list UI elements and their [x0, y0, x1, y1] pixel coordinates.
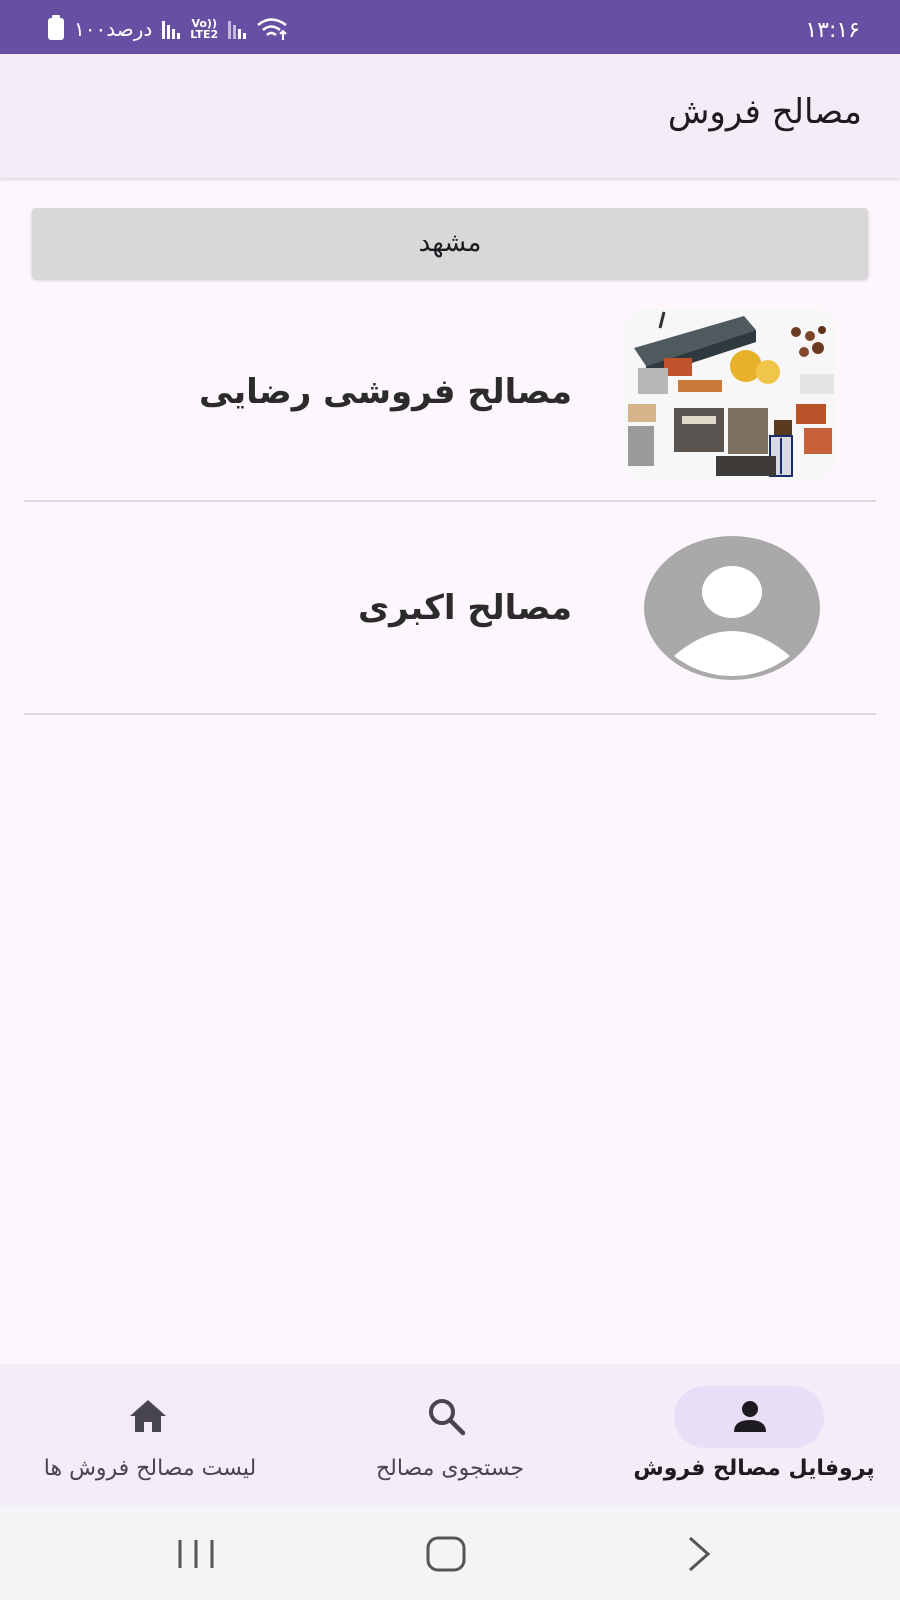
signal-icon-2 — [228, 19, 247, 39]
nav-label: پروفایل مصالح فروش — [633, 1456, 875, 1481]
app-bar: مصالح فروش — [0, 54, 900, 178]
nav-item-seller-profile[interactable]: پروفایل مصالح فروش — [600, 1364, 900, 1506]
city-select-button[interactable]: مشهد — [32, 208, 868, 278]
nav-label: لیست مصالح فروش ها — [43, 1456, 257, 1481]
seller-list-item[interactable]: مصالح اکبری — [24, 502, 876, 714]
person-icon — [734, 1401, 766, 1432]
seller-image — [624, 308, 836, 480]
home-button-icon[interactable] — [424, 1532, 468, 1576]
nav-label: جستجوی مصالح — [375, 1456, 525, 1481]
status-time: ۱۳:۱۶ — [805, 18, 860, 43]
home-icon — [130, 1400, 166, 1432]
battery-text: ۱۰۰درصد — [74, 17, 153, 41]
system-navigation-bar — [0, 1506, 900, 1600]
signal-icon — [162, 19, 181, 39]
nav-item-search-materials[interactable]: جستجوی مصالح — [300, 1364, 600, 1506]
building-materials-image — [624, 308, 836, 480]
status-bar: ۱۰۰درصد Vo)) LTE2 ۱۳:۱۶ — [0, 0, 900, 54]
seller-name: مصالح فروشی رضایی — [198, 372, 572, 412]
recent-apps-icon[interactable] — [174, 1532, 218, 1576]
battery-icon — [48, 15, 64, 40]
wifi-icon — [257, 18, 287, 40]
back-icon[interactable] — [680, 1532, 724, 1576]
page-title: مصالح فروش — [667, 92, 862, 132]
seller-name: مصالح اکبری — [357, 588, 572, 628]
seller-list-item[interactable]: مصالح فروشی رضایی — [24, 300, 876, 500]
lte-label: LTE2 — [190, 28, 219, 41]
search-icon — [429, 1399, 466, 1436]
nav-item-seller-list[interactable]: لیست مصالح فروش ها — [0, 1364, 300, 1506]
lte-indicator: Vo)) LTE2 — [190, 18, 218, 40]
divider — [24, 713, 876, 715]
status-indicators: ۱۰۰درصد Vo)) LTE2 — [48, 15, 290, 42]
default-avatar-icon — [644, 536, 820, 680]
bottom-navigation: پروفایل مصالح فروش جستجوی مصالح لیست مصا… — [0, 1364, 900, 1506]
